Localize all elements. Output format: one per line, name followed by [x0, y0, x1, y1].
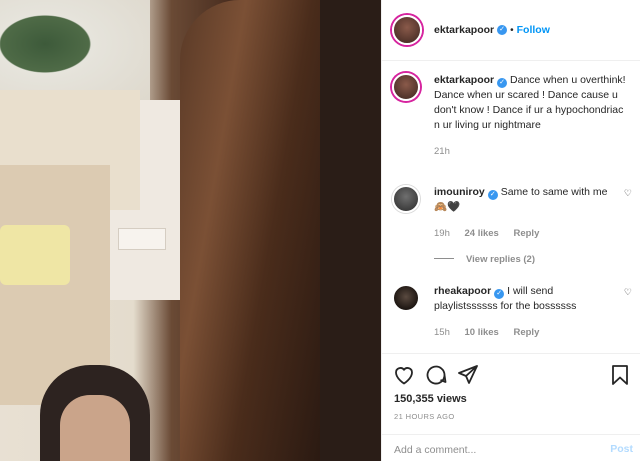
verified-badge-icon: ✓: [487, 190, 498, 200]
caption-meta: 21h: [434, 144, 632, 159]
replies-divider: [434, 258, 454, 259]
commenter-avatar[interactable]: [392, 284, 420, 312]
post-video[interactable]: [0, 0, 381, 461]
comment-body: imouniroy ✓ Same to same with me🙈🖤 19h 24…: [434, 185, 614, 241]
post-comment-button[interactable]: Post: [610, 443, 633, 455]
comment-icon[interactable]: [424, 363, 448, 387]
comment-like-heart-icon[interactable]: ♡: [624, 188, 632, 199]
reply-button[interactable]: Reply: [513, 228, 539, 239]
comment-meta: 15h 10 likes Reply: [434, 325, 614, 340]
reply-button[interactable]: Reply: [513, 327, 539, 338]
follow-button[interactable]: Follow: [517, 24, 550, 36]
view-count[interactable]: 150,355 views: [394, 393, 467, 405]
comment-meta: 19h 24 likes Reply: [434, 226, 614, 241]
view-replies-button[interactable]: View replies (2): [434, 254, 535, 265]
caption-avatar[interactable]: [392, 73, 420, 101]
verified-badge-icon: ✓: [494, 289, 505, 299]
post-timestamp[interactable]: 21 HOURS AGO: [394, 412, 455, 421]
person-hair: [180, 0, 320, 461]
view-replies-label: View replies (2): [466, 254, 535, 265]
comment-item: imouniroy ✓ Same to same with me🙈🖤 19h 24…: [392, 185, 632, 241]
bookmark-icon[interactable]: [608, 363, 632, 387]
separator-dot: •: [510, 24, 514, 36]
author-username[interactable]: ektarkapoor: [434, 24, 494, 36]
comment-likes[interactable]: 10 likes: [465, 327, 499, 338]
instagram-post: ektarkapoor ✓ • Follow ektarkapoor ✓ Danc…: [0, 0, 640, 461]
child-face: [60, 395, 130, 461]
comment-body: rheakapoor ✓ I will send playlistssssss f…: [434, 284, 614, 340]
paper-plane-icon[interactable]: [456, 363, 480, 387]
comment-time[interactable]: 15h: [434, 327, 450, 338]
post-header: ektarkapoor ✓ • Follow: [382, 0, 640, 61]
commenter-avatar[interactable]: [392, 185, 420, 213]
add-comment-bar: Post: [382, 434, 640, 462]
author-avatar[interactable]: [392, 15, 422, 45]
post-actions: 150,355 views 21 HOURS AGO Post: [382, 353, 640, 461]
comment-username[interactable]: rheakapoor: [434, 285, 491, 297]
action-icons: [392, 363, 632, 387]
caption: ektarkapoor ✓ Dance when u overthink! Dan…: [392, 73, 632, 159]
comment-like-heart-icon[interactable]: ♡: [624, 287, 632, 298]
heart-icon[interactable]: [392, 363, 416, 387]
caption-username[interactable]: ektarkapoor: [434, 74, 494, 86]
wall-outlet: [118, 228, 166, 250]
comment-time[interactable]: 19h: [434, 228, 450, 239]
caption-time[interactable]: 21h: [434, 146, 450, 157]
comment-item: rheakapoor ✓ I will send playlistssssss f…: [392, 284, 632, 340]
comments-list[interactable]: ektarkapoor ✓ Dance when u overthink! Dan…: [382, 61, 640, 353]
comment-username[interactable]: imouniroy: [434, 186, 485, 198]
caption-body: ektarkapoor ✓ Dance when u overthink! Dan…: [434, 73, 632, 159]
cushion: [0, 225, 70, 285]
verified-badge-icon: ✓: [497, 25, 508, 35]
verified-badge-icon: ✓: [497, 78, 508, 88]
comment-likes[interactable]: 24 likes: [465, 228, 499, 239]
add-comment-input[interactable]: [394, 442, 584, 458]
post-side-panel: ektarkapoor ✓ • Follow ektarkapoor ✓ Danc…: [381, 0, 640, 461]
